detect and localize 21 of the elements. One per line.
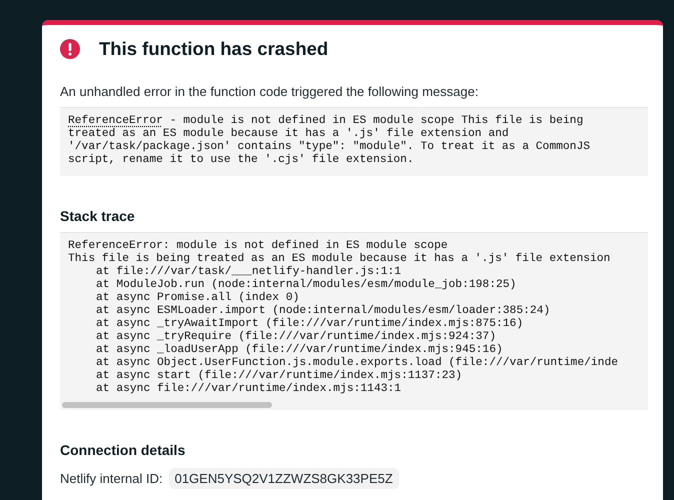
error-message: ReferenceError - module is not defined in ES module scope This file is being treated as an ES module because it has a '.js' file extension and '/var/task/package.json' contains "type": "module". To treat it as a CommonJS script, rename it to use the '.cjs' file extension.: [60, 107, 648, 176]
stack-frame: at async start (file:///var/runtime/index.mjs:1137:23): [68, 370, 462, 383]
stack-frame: at async ESMLoader.import (node:internal/modules/esm/loader:385:24): [68, 305, 550, 318]
section-heading: Stack trace: [60, 208, 136, 224]
page-title: This function has crashed: [99, 38, 328, 60]
intro-text: An unhandled error in the function code triggered the following message:: [60, 84, 480, 99]
scrollbar-thumb[interactable]: [62, 402, 272, 408]
error-icon: [60, 39, 80, 59]
id-label: Netlify internal ID:: [60, 471, 163, 486]
stack-frame: at async Object.UserFunction.js.module.exports.load (file:///var/runtime/inde: [68, 357, 618, 370]
internal-id: 01GEN5YSQ2V1ZZWZS8GK33PE5Z: [168, 468, 399, 489]
stack-frame: at ModuleJob.run (node:internal/modules/esm/module_job:198:25): [68, 279, 516, 292]
stack-frame: at async _loadUserApp (file:///var/runtime/index.mjs:945:16): [68, 344, 503, 357]
stack-frame: at async Promise.all (index 0): [68, 292, 300, 305]
section-heading: Connection details: [60, 442, 186, 458]
stack-frame: at async file:///var/runtime/index.mjs:1143:1: [68, 383, 402, 396]
stack-message: This file is being treated as an ES module because it has a '.js' file extension: [68, 253, 612, 266]
stack-message: ReferenceError: module is not defined in ES module scope: [68, 240, 449, 252]
stack-frame: at file:///var/task/___netlify-handler.js:1:1: [68, 266, 402, 279]
stack-frame: at async _tryRequire (file:///var/runtime/index.mjs:924:37): [68, 331, 496, 344]
stack-frame: at async _tryAwaitImport (file:///var/runtime/index.mjs:875:16): [68, 318, 524, 331]
